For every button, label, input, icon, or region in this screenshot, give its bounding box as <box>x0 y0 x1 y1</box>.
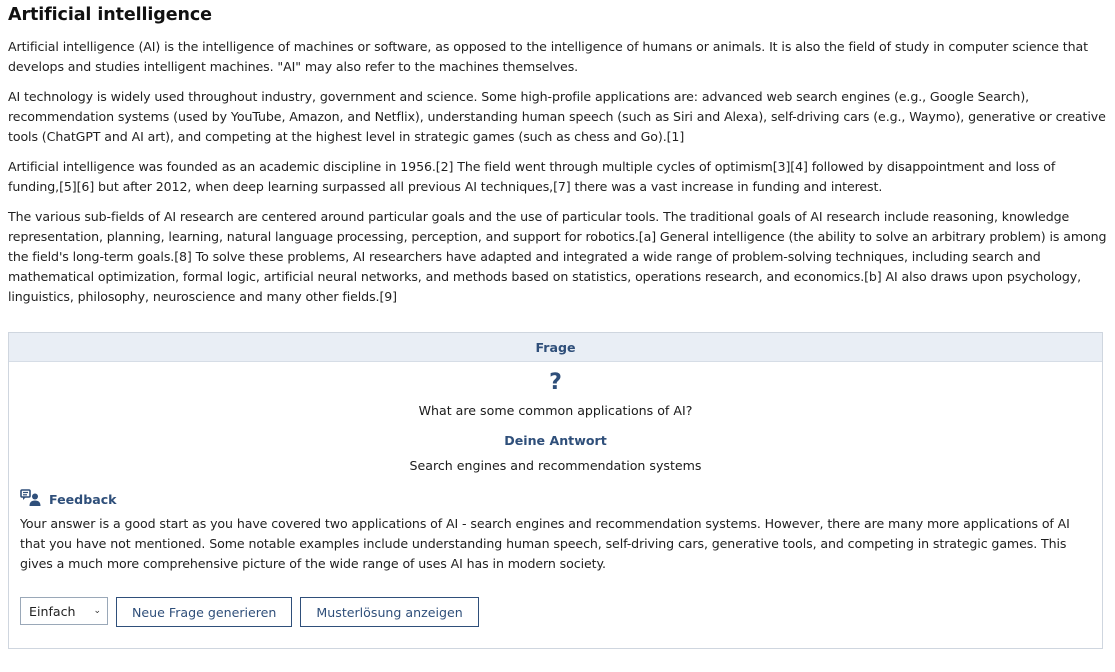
difficulty-selected-value: Einfach <box>29 603 76 619</box>
feedback-icon <box>20 489 41 510</box>
chevron-down-icon: ⌄ <box>93 606 101 616</box>
answer-text: Search engines and recommendation system… <box>409 458 702 473</box>
difficulty-select[interactable]: Einfach ⌄ <box>20 597 108 625</box>
feedback-heading: Feedback <box>20 489 117 510</box>
quiz-controls: Einfach ⌄ Neue Frage generieren Musterlö… <box>20 597 479 627</box>
page: Artificial intelligence Artificial intel… <box>0 0 1115 672</box>
article-paragraph-4: The various sub-fields of AI research ar… <box>8 209 1107 304</box>
article-paragraph-3: Artificial intelligence was founded as a… <box>8 159 1056 194</box>
article-paragraph-1: Artificial intelligence (AI) is the inte… <box>8 39 1088 74</box>
answer-label: Deine Antwort <box>504 433 607 448</box>
show-solution-button[interactable]: Musterlösung anzeigen <box>300 597 479 627</box>
quiz-header: Frage <box>9 333 1102 362</box>
question-text: What are some common applications of AI? <box>418 403 693 418</box>
page-title: Artificial intelligence <box>8 5 212 25</box>
new-question-button[interactable]: Neue Frage generieren <box>116 597 293 627</box>
feedback-text: Your answer is a good start as you have … <box>20 516 1070 571</box>
question-icon: ? <box>549 370 562 395</box>
quiz-card: Frage ? What are some common application… <box>8 332 1103 649</box>
feedback-label: Feedback <box>49 492 117 507</box>
article-paragraph-2: AI technology is widely used throughout … <box>8 89 1106 144</box>
